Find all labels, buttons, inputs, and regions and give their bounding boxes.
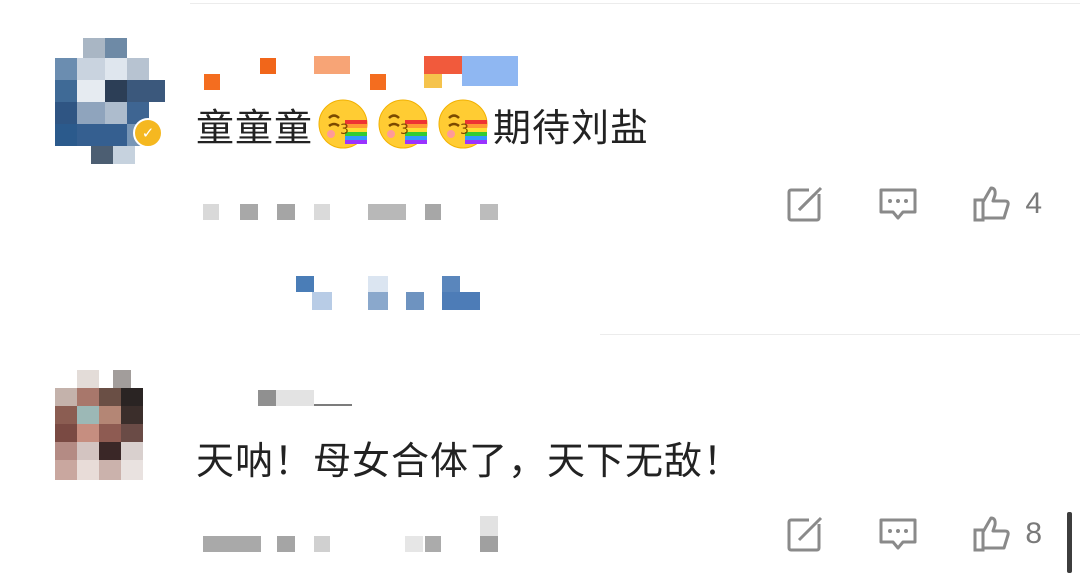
username-redacted[interactable] — [198, 52, 538, 92]
svg-text:3: 3 — [340, 122, 350, 138]
comment-actions: 8 — [733, 512, 1042, 556]
avatar[interactable]: ✓ — [55, 38, 165, 164]
like-button[interactable]: 8 — [971, 512, 1042, 556]
comment-text: 天呐！母女合体了，天下无敌！ — [196, 439, 743, 483]
comment-reply-button[interactable] — [877, 184, 919, 224]
svg-text:3: 3 — [460, 122, 470, 138]
comment-meta-redacted — [200, 202, 520, 226]
comment-text-prefix: 童童童 — [196, 105, 314, 150]
share-button[interactable] — [785, 184, 826, 224]
comment-icon — [879, 518, 917, 550]
share-button[interactable] — [785, 514, 826, 554]
like-count: 8 — [1025, 517, 1042, 550]
thumbs-up-icon — [973, 186, 1010, 222]
svg-text:3: 3 — [400, 122, 410, 138]
reply-preview-redacted[interactable] — [200, 270, 510, 315]
comment-text-suffix: 期待刘盐 — [493, 105, 650, 150]
comment-meta-redacted — [200, 516, 520, 556]
comment-actions: 4 — [733, 182, 1042, 226]
verified-badge-icon: ✓ — [133, 118, 163, 148]
comment-feed: ✓ 童童童 3 3 3 期待刘盐 4 天呐！母女合体了，天下无敌！ 8 — [0, 0, 1080, 573]
username-redacted[interactable] — [198, 382, 538, 422]
like-button[interactable]: 4 — [971, 182, 1042, 226]
share-icon — [787, 186, 826, 222]
comment-icon — [879, 188, 917, 220]
kiss-rainbow-emoji-icon: 3 — [435, 96, 491, 152]
share-icon — [787, 516, 826, 552]
comment-reply-button[interactable] — [877, 514, 919, 554]
avatar[interactable] — [55, 370, 165, 480]
comment-item: ✓ 童童童 3 3 3 期待刘盐 4 — [0, 0, 1080, 334]
kiss-rainbow-emoji-icon: 3 — [375, 96, 431, 152]
kiss-rainbow-emoji-icon: 3 — [315, 96, 371, 152]
comment-item: 天呐！母女合体了，天下无敌！ 8 — [0, 334, 1080, 573]
comment-text: 童童童 3 3 3 期待刘盐 — [196, 96, 649, 152]
like-count: 4 — [1025, 187, 1042, 220]
scrollbar[interactable] — [1067, 512, 1072, 573]
thumbs-up-icon — [973, 516, 1010, 552]
